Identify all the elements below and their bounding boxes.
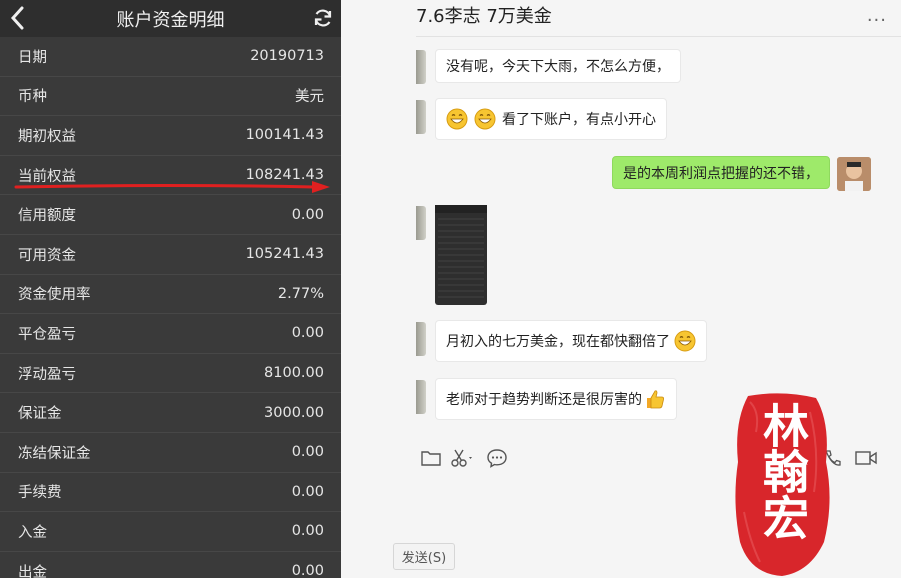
row-label: 信用额度 [18,208,76,225]
row-value: 20190713 [250,48,324,65]
back-icon[interactable] [6,5,30,31]
scissors-icon[interactable] [450,448,476,468]
grin-emoji-icon [446,108,468,130]
phone-header: 账户资金明细 [0,0,341,37]
row-value: 105241.43 [245,246,324,263]
chat-header: 7.6李志 7万美金 ··· [416,0,901,37]
row-value: 0.00 [291,444,324,461]
more-options-icon[interactable]: ··· [867,10,887,31]
row-value: 3000.00 [264,404,324,421]
message-text: 老师对于趋势判断还是很厉害的 [446,392,642,408]
row-label: 冻结保证金 [18,445,91,462]
red-arrow-annotation [14,181,330,193]
contact-avatar[interactable] [416,380,426,414]
funds-row: 资金使用率 2.77% [0,275,341,315]
folder-icon[interactable] [420,448,442,468]
row-value: 2.77% [277,285,324,302]
contact-avatar[interactable] [416,322,426,356]
funds-row: 浮动盈亏 8100.00 [0,354,341,394]
row-value: 0.00 [291,325,324,342]
message-bubble: 看了下账户，有点小开心 [435,98,667,140]
row-label: 平仓盈亏 [18,326,76,343]
seal-stamp-text: 林翰宏 [756,402,810,540]
message-text: 看了下账户，有点小开心 [502,112,656,128]
row-label: 保证金 [18,406,62,423]
row-value: 0.00 [291,206,324,223]
chat-bubble-icon[interactable] [486,448,508,468]
row-value: 0.00 [291,483,324,500]
window-gap [341,0,416,578]
message-text: 是的本周利润点把握的还不错， [623,165,819,182]
row-label: 资金使用率 [18,287,91,304]
message-bubble: 月初入的七万美金，现在都快翻倍了 [435,320,707,362]
funds-list: 日期 20190713 币种 美元 期初权益 100141.43 当前权益 108241… [0,37,341,578]
row-label: 币种 [18,89,47,106]
row-label: 浮动盈亏 [18,366,76,383]
message-bubble: 老师对于趋势判断还是很厉害的 [435,378,677,420]
grin-emoji-icon [474,108,496,130]
row-value: 0.00 [291,523,324,540]
funds-row: 入金 0.00 [0,512,341,552]
row-label: 出金 [18,564,47,578]
row-label: 手续费 [18,485,62,502]
row-label: 期初权益 [18,128,76,145]
grin-emoji-icon [674,330,696,352]
funds-row: 币种 美元 [0,77,341,117]
my-avatar[interactable] [837,157,871,191]
row-value: 美元 [295,89,324,106]
message-text: 没有呢，今天下大雨，不怎么方便， [446,59,670,75]
video-call-icon[interactable] [854,448,878,468]
funds-row: 冻结保证金 0.00 [0,433,341,473]
funds-row: 可用资金 105241.43 [0,235,341,275]
funds-row: 出金 0.00 [0,552,341,578]
my-message-bubble: 是的本周利润点把握的还不错， [612,156,830,189]
screenshot-image-message[interactable] [435,205,487,305]
funds-row: 期初权益 100141.43 [0,116,341,156]
funds-row: 信用额度 0.00 [0,195,341,235]
row-label: 入金 [18,524,47,541]
message-bubble: 没有呢，今天下大雨，不怎么方便， [435,49,681,83]
funds-row: 手续费 0.00 [0,473,341,513]
account-funds-panel: 账户资金明细 日期 20190713 币种 美元 期初权益 100141.43 当前权… [0,0,341,578]
refresh-icon[interactable] [311,6,335,30]
row-label: 日期 [18,49,47,66]
page-title: 账户资金明细 [116,9,225,31]
send-button[interactable]: 发送(S) [393,543,455,570]
thumbs-up-emoji-icon [647,390,664,409]
funds-row: 保证金 3000.00 [0,393,341,433]
row-value: 0.00 [291,563,324,578]
funds-row: 平仓盈亏 0.00 [0,314,341,354]
row-label: 可用资金 [18,247,76,264]
contact-avatar[interactable] [416,50,426,84]
row-value: 100141.43 [245,127,324,144]
chat-title: 7.6李志 7万美金 [416,6,552,27]
funds-row: 日期 20190713 [0,37,341,77]
message-text: 月初入的七万美金，现在都快翻倍了 [446,334,670,350]
contact-avatar[interactable] [416,100,426,134]
row-value: 8100.00 [264,365,324,382]
contact-avatar[interactable] [416,206,426,240]
